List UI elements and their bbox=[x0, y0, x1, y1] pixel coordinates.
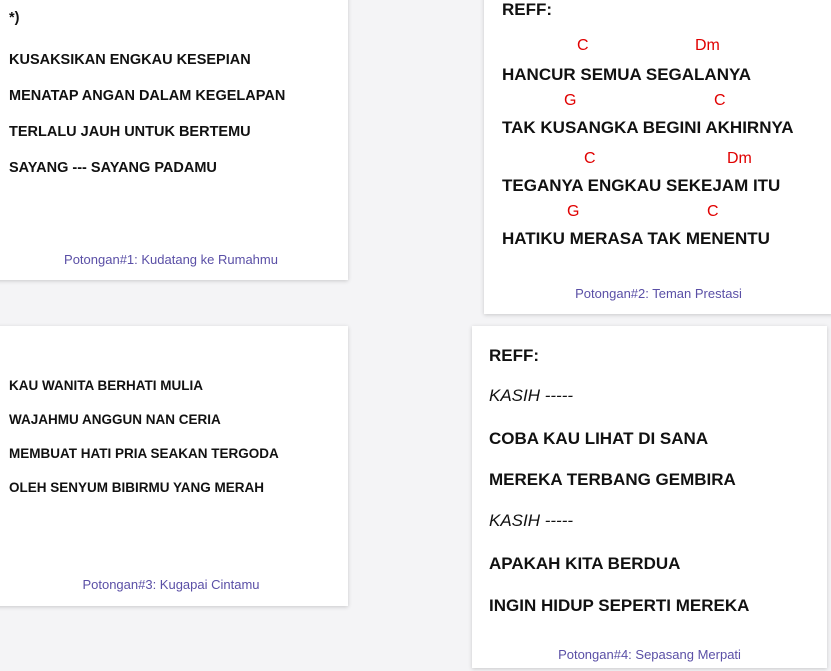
section-heading: REFF: bbox=[489, 346, 540, 365]
card-caption: Potongan#2: Teman Prestasi bbox=[575, 286, 742, 301]
lyric-line: INGIN HIDUP SEPERTI MEREKA bbox=[489, 596, 750, 615]
chord-label: Dm bbox=[695, 37, 720, 54]
lyric-card-1: *) KUSAKSIKAN ENGKAU KESEPIAN MENATAP AN… bbox=[0, 0, 348, 280]
section-marker: *) bbox=[9, 10, 20, 26]
chord-label: C bbox=[714, 92, 726, 109]
chord-label: C bbox=[707, 203, 719, 220]
lyric-line: TERLALU JAUH UNTUK BERTEMU bbox=[9, 124, 251, 140]
chord-label: G bbox=[567, 203, 580, 220]
lyric-line: WAJAHMU ANGGUN NAN CERIA bbox=[9, 412, 221, 427]
lyric-line: KAU WANITA BERHATI MULIA bbox=[9, 378, 203, 393]
card-caption: Potongan#3: Kugapai Cintamu bbox=[82, 577, 260, 592]
lyric-line: HATIKU MERASA TAK MENENTU bbox=[502, 229, 770, 248]
chord-label: G bbox=[564, 92, 577, 109]
lyric-line: SAYANG --- SAYANG PADAMU bbox=[9, 160, 217, 176]
lyric-line: MEREKA TERBANG GEMBIRA bbox=[489, 470, 736, 489]
lyric-line: HANCUR SEMUA SEGALANYA bbox=[502, 65, 752, 84]
lyric-line: TAK KUSANGKA BEGINI AKHIRNYA bbox=[502, 118, 794, 137]
lyric-card-3: KAU WANITA BERHATI MULIA WAJAHMU ANGGUN … bbox=[0, 326, 348, 606]
card-caption: Potongan#1: Kudatang ke Rumahmu bbox=[64, 252, 278, 267]
lyric-line: COBA KAU LIHAT DI SANA bbox=[489, 429, 709, 448]
lyric-line: MEMBUAT HATI PRIA SEAKAN TERGODA bbox=[9, 446, 279, 461]
chord-label: C bbox=[577, 37, 589, 54]
lyric-line: APAKAH KITA BERDUA bbox=[489, 554, 681, 573]
lyric-line: MENATAP ANGAN DALAM KEGELAPAN bbox=[9, 88, 286, 104]
lyric-line: KASIH ----- bbox=[489, 511, 574, 530]
card-caption: Potongan#4: Sepasang Merpati bbox=[558, 647, 741, 662]
lyric-line: KUSAKSIKAN ENGKAU KESEPIAN bbox=[9, 52, 251, 68]
lyric-line: TEGANYA ENGKAU SEKEJAM ITU bbox=[502, 176, 781, 195]
lyric-line: KASIH ----- bbox=[489, 386, 574, 405]
chord-label: C bbox=[584, 150, 596, 167]
lyric-card-4: REFF: KASIH ----- COBA KAU LIHAT DI SANA… bbox=[472, 326, 827, 668]
lyric-line: OLEH SENYUM BIBIRMU YANG MERAH bbox=[9, 480, 265, 495]
chord-label: Dm bbox=[727, 150, 752, 167]
section-heading: REFF: bbox=[502, 0, 553, 19]
lyric-card-2: REFF: C Dm HANCUR SEMUA SEGALANYA G C TA… bbox=[484, 0, 831, 314]
